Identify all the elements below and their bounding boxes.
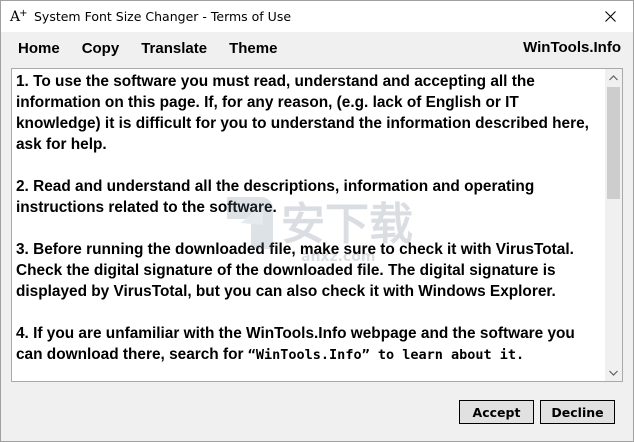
decline-button[interactable]: Decline: [540, 400, 615, 424]
terms-paragraph-1: 1. To use the software you must read, un…: [16, 73, 594, 153]
terms-paragraph-2: 2. Read and understand all the descripti…: [16, 178, 539, 216]
chevron-down-icon: [609, 370, 618, 376]
close-icon: [604, 11, 616, 22]
menu-wintools-link[interactable]: WinTools.Info: [523, 39, 621, 56]
scroll-up-button[interactable]: [605, 69, 622, 86]
title-bar[interactable]: A + System Font Size Changer - Terms of U…: [1, 1, 633, 32]
terms-textbox[interactable]: 1. To use the software you must read, un…: [11, 68, 623, 382]
vertical-scrollbar[interactable]: [605, 69, 622, 381]
scroll-thumb[interactable]: [607, 87, 620, 199]
menu-copy[interactable]: Copy: [71, 40, 131, 57]
window-title: System Font Size Changer - Terms of Use: [34, 9, 292, 24]
menu-bar: Home Copy Translate Theme WinTools.Info: [1, 32, 633, 64]
terms-paragraph-3: 3. Before running the downloaded file, m…: [16, 241, 579, 300]
menu-translate[interactable]: Translate: [130, 40, 218, 57]
terms-paragraph-4-mono: “WinTools.Info” to learn about it.: [247, 347, 525, 363]
chevron-up-icon: [609, 74, 618, 80]
close-button[interactable]: [587, 1, 633, 32]
terms-content: 1. To use the software you must read, un…: [16, 71, 604, 381]
app-font-icon: A +: [10, 8, 28, 25]
terms-paragraph-4: 4. If you are unfamiliar with the WinToo…: [16, 323, 604, 366]
scroll-down-button[interactable]: [605, 364, 622, 381]
menu-home[interactable]: Home: [1, 40, 71, 57]
accept-button[interactable]: Accept: [459, 400, 534, 424]
menu-theme[interactable]: Theme: [218, 40, 288, 57]
terms-window: A + System Font Size Changer - Terms of U…: [0, 0, 634, 442]
